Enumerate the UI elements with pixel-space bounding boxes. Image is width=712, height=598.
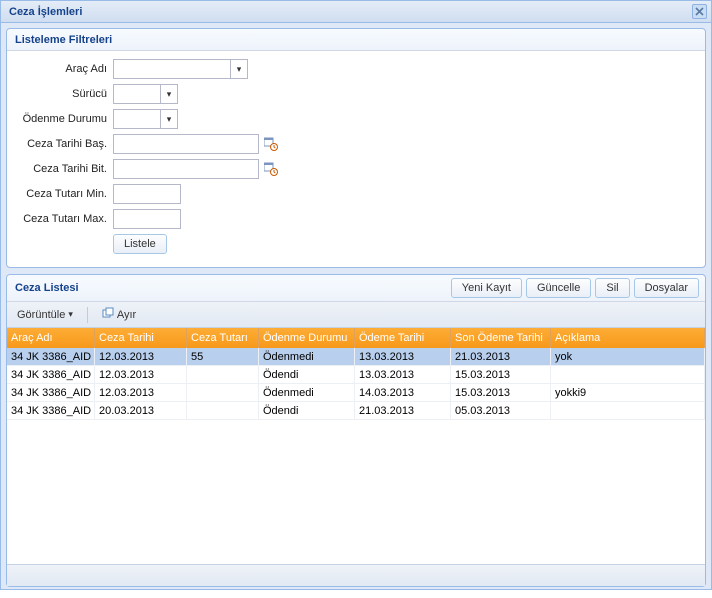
label-odenme: Ödenme Durumu (17, 113, 113, 125)
list-panel-title: Ceza Listesi (15, 282, 79, 294)
col-header-odenme[interactable]: Ödenme Durumu (259, 328, 355, 348)
detach-button[interactable]: Ayır (96, 305, 142, 324)
grid-footer (7, 564, 705, 586)
ceza-bas-input[interactable] (113, 134, 259, 154)
grid-body[interactable]: 34 JK 3386_AID12.03.201355Ödenmedi13.03.… (7, 348, 705, 564)
label-arac: Araç Adı (17, 63, 113, 75)
listele-button[interactable]: Listele (113, 234, 167, 254)
col-header-son-odeme[interactable]: Son Ödeme Tarihi (451, 328, 551, 348)
ceza-bit-input[interactable] (113, 159, 259, 179)
surucu-combo[interactable] (113, 84, 161, 104)
cell-odenme_durumu: Ödenmedi (259, 348, 355, 365)
close-icon[interactable] (692, 4, 707, 19)
label-tutar-min: Ceza Tutarı Min. (17, 188, 113, 200)
list-panel-body: Görüntüle ▾ Ayır Araç Adı Ceza Tarihi (7, 302, 705, 586)
detach-label: Ayır (117, 309, 136, 321)
new-button[interactable]: Yeni Kayıt (451, 278, 522, 298)
cell-son_odeme: 05.03.2013 (451, 402, 551, 419)
filter-panel: Listeleme Filtreleri Araç Adı ▾ Sürücü ▾ (6, 28, 706, 268)
cell-odenme_durumu: Ödenmedi (259, 384, 355, 401)
cell-ceza_tarihi: 20.03.2013 (95, 402, 187, 419)
table-row[interactable]: 34 JK 3386_AID12.03.201355Ödenmedi13.03.… (7, 348, 705, 366)
cell-arac: 34 JK 3386_AID (7, 402, 95, 419)
arac-combo[interactable] (113, 59, 231, 79)
calendar-clock-icon[interactable] (263, 136, 279, 152)
cell-ceza_tutari: 55 (187, 348, 259, 365)
filter-panel-body: Araç Adı ▾ Sürücü ▾ Ödenme Durumu (7, 51, 705, 267)
table-row[interactable]: 34 JK 3386_AID12.03.2013 Ödendi13.03.2013… (7, 366, 705, 384)
cell-aciklama (551, 402, 705, 419)
arac-combo-trigger[interactable]: ▾ (231, 59, 248, 79)
label-ceza-bas: Ceza Tarihi Baş. (17, 138, 113, 150)
cell-son_odeme: 15.03.2013 (451, 366, 551, 383)
cell-son_odeme: 15.03.2013 (451, 384, 551, 401)
calendar-clock-icon[interactable] (263, 161, 279, 177)
col-header-aciklama[interactable]: Açıklama (551, 328, 705, 348)
files-button[interactable]: Dosyalar (634, 278, 699, 298)
table-row[interactable]: 34 JK 3386_AID20.03.2013 Ödendi21.03.2013… (7, 402, 705, 420)
tutar-min-input[interactable] (113, 184, 181, 204)
tutar-max-input[interactable] (113, 209, 181, 229)
window-title: Ceza İşlemleri (9, 6, 82, 18)
window: Ceza İşlemleri Listeleme Filtreleri Araç… (0, 0, 712, 590)
odenme-combo[interactable] (113, 109, 161, 129)
list-panel-header: Ceza Listesi Yeni Kayıt Güncelle Sil Dos… (7, 275, 705, 302)
window-header: Ceza İşlemleri (1, 1, 711, 23)
table-row[interactable]: 34 JK 3386_AID12.03.2013 Ödenmedi14.03.20… (7, 384, 705, 402)
grid-toolbar: Görüntüle ▾ Ayır (7, 302, 705, 328)
window-body: Listeleme Filtreleri Araç Adı ▾ Sürücü ▾ (1, 23, 711, 598)
list-panel: Ceza Listesi Yeni Kayıt Güncelle Sil Dos… (6, 274, 706, 587)
cell-arac: 34 JK 3386_AID (7, 384, 95, 401)
cell-aciklama: yokki9 (551, 384, 705, 401)
delete-button[interactable]: Sil (595, 278, 629, 298)
filter-panel-title: Listeleme Filtreleri (7, 29, 705, 51)
cell-odeme_tarihi: 13.03.2013 (355, 366, 451, 383)
cell-arac: 34 JK 3386_AID (7, 348, 95, 365)
cell-aciklama (551, 366, 705, 383)
cell-odenme_durumu: Ödendi (259, 366, 355, 383)
detach-icon (102, 307, 114, 322)
cell-odeme_tarihi: 14.03.2013 (355, 384, 451, 401)
label-tutar-max: Ceza Tutarı Max. (17, 213, 113, 225)
cell-odenme_durumu: Ödendi (259, 402, 355, 419)
surucu-combo-trigger[interactable]: ▾ (161, 84, 178, 104)
cell-ceza_tutari (187, 366, 259, 383)
cell-ceza_tarihi: 12.03.2013 (95, 348, 187, 365)
view-menu-label: Görüntüle (17, 309, 65, 321)
cell-ceza_tarihi: 12.03.2013 (95, 366, 187, 383)
grid-header-row: Araç Adı Ceza Tarihi Ceza Tutarı Ödenme … (7, 328, 705, 348)
cell-ceza_tutari (187, 402, 259, 419)
label-surucu: Sürücü (17, 88, 113, 100)
col-header-ceza-tarihi[interactable]: Ceza Tarihi (95, 328, 187, 348)
update-button[interactable]: Güncelle (526, 278, 591, 298)
col-header-ceza-tutari[interactable]: Ceza Tutarı (187, 328, 259, 348)
cell-son_odeme: 21.03.2013 (451, 348, 551, 365)
cell-aciklama: yok (551, 348, 705, 365)
cell-ceza_tutari (187, 384, 259, 401)
grid: Araç Adı Ceza Tarihi Ceza Tutarı Ödenme … (7, 328, 705, 586)
toolbar-separator (87, 307, 88, 323)
cell-odeme_tarihi: 13.03.2013 (355, 348, 451, 365)
chevron-down-icon: ▾ (68, 309, 73, 320)
label-ceza-bit: Ceza Tarihi Bit. (17, 163, 113, 175)
col-header-arac[interactable]: Araç Adı (7, 328, 95, 348)
odenme-combo-trigger[interactable]: ▾ (161, 109, 178, 129)
col-header-odeme-tarihi[interactable]: Ödeme Tarihi (355, 328, 451, 348)
cell-ceza_tarihi: 12.03.2013 (95, 384, 187, 401)
cell-odeme_tarihi: 21.03.2013 (355, 402, 451, 419)
cell-arac: 34 JK 3386_AID (7, 366, 95, 383)
view-menu[interactable]: Görüntüle ▾ (11, 307, 79, 323)
